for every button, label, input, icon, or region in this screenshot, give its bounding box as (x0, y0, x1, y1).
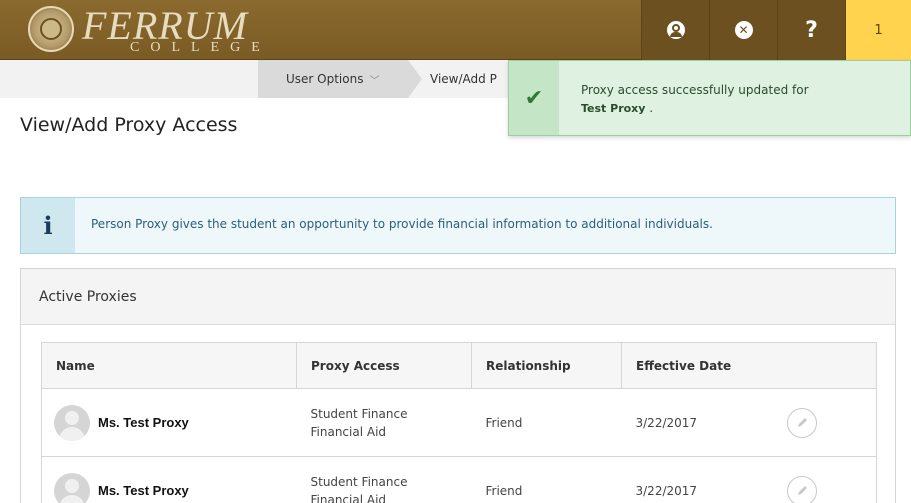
effective-date: 3/22/2017 (635, 483, 698, 498)
access-item: Student Finance (310, 406, 408, 421)
info-banner: i Person Proxy gives the student an oppo… (20, 197, 896, 254)
logo-subtitle: COLLEGE (130, 40, 271, 55)
breadcrumb-view-add-proxy[interactable]: View/Add P (430, 60, 497, 98)
success-toast[interactable]: ✔ Proxy access successfully updated for … (508, 60, 911, 136)
notifications-button[interactable]: 1 (845, 0, 911, 60)
toast-suffix: . (649, 101, 654, 115)
breadcrumb-user-options[interactable]: User Options ﹀ (258, 60, 422, 98)
app-header: FERRUM COLLEGE ✕ ? 1 (0, 0, 911, 60)
access-item: Financial Aid (310, 492, 387, 503)
table-header-row: Name Proxy Access Relationship Effective… (41, 342, 877, 389)
avatar (54, 472, 90, 503)
access-item: Financial Aid (310, 424, 387, 439)
user-profile-button[interactable] (641, 0, 709, 60)
active-proxies-panel: Active Proxies Name Proxy Access Relatio… (20, 268, 896, 503)
name-cell: Ms. Test Proxy (41, 456, 297, 503)
college-seal-inner (40, 18, 62, 40)
close-icon: ✕ (734, 21, 753, 39)
proxy-name[interactable]: Ms. Test Proxy (98, 483, 189, 498)
ferrum-college-logo[interactable]: FERRUM COLLEGE (20, 4, 270, 56)
edit-proxy-button[interactable] (787, 475, 818, 503)
effective-date-cell: 3/22/2017 (621, 388, 877, 457)
info-icon-area: i (21, 198, 75, 253)
column-header-proxy-access: Proxy Access (296, 342, 472, 389)
breadcrumb-user-options-label: User Options (286, 72, 364, 86)
name-cell: Ms. Test Proxy (41, 388, 297, 457)
panel-header: Active Proxies (21, 269, 895, 325)
check-icon: ✔ (524, 85, 544, 111)
toast-message: Proxy access successfully updated for Te… (581, 81, 809, 118)
help-button[interactable]: ? (777, 0, 845, 60)
pencil-icon (798, 485, 808, 495)
table-row[interactable]: Ms. Test Proxy Student Finance Financial… (41, 388, 877, 457)
access-item: Student Finance (310, 474, 408, 489)
info-icon: i (43, 211, 53, 240)
column-header-effective-date: Effective Date (621, 342, 877, 389)
proxy-access-cell: Student Finance Financial Aid (296, 388, 472, 457)
proxy-table: Name Proxy Access Relationship Effective… (41, 342, 877, 503)
chevron-down-icon: ﹀ (369, 75, 380, 87)
toast-message-name-line: Test Proxy . (581, 99, 809, 118)
relationship-cell: Friend (471, 456, 622, 503)
page-title: View/Add Proxy Access (20, 114, 238, 136)
toast-icon-area: ✔ (509, 61, 559, 135)
notification-count: 1 (874, 22, 883, 38)
column-header-name: Name (41, 342, 297, 389)
user-icon (666, 21, 685, 39)
toast-message-line: Proxy access successfully updated for (581, 83, 809, 97)
help-icon: ? (805, 17, 818, 43)
panel-title: Active Proxies (39, 289, 137, 305)
table-row[interactable]: Ms. Test Proxy Student Finance Financial… (41, 456, 877, 503)
toast-proxy-name: Test Proxy (581, 102, 646, 115)
proxy-name[interactable]: Ms. Test Proxy (98, 415, 189, 430)
effective-date-cell: 3/22/2017 (621, 456, 877, 503)
breadcrumb-current-label: View/Add P (430, 72, 497, 86)
info-text: Person Proxy gives the student an opport… (91, 217, 713, 231)
proxy-access-cell: Student Finance Financial Aid (296, 456, 472, 503)
sign-out-button[interactable]: ✕ (709, 0, 777, 60)
relationship-cell: Friend (471, 388, 622, 457)
college-seal-icon (28, 6, 74, 52)
column-header-relationship: Relationship (471, 342, 622, 389)
avatar (54, 404, 90, 441)
effective-date: 3/22/2017 (635, 415, 698, 430)
pencil-icon (798, 417, 808, 427)
edit-proxy-button[interactable] (787, 407, 818, 438)
